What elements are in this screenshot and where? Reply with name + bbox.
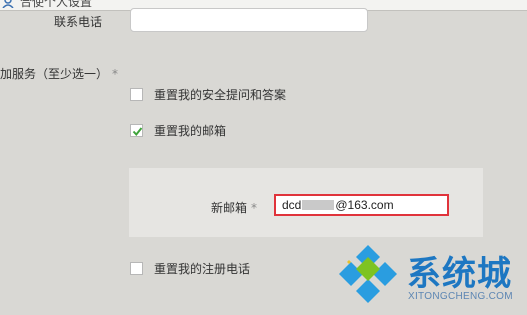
option-label: 重置我的邮箱 [154,123,227,138]
watermark-domain: XITONGCHENG.COM [408,291,513,302]
checkbox-security-question[interactable] [130,87,143,101]
user-icon [2,0,14,8]
required-mark: * [112,67,119,81]
phone-input[interactable] [130,8,368,32]
checkmark-icon [132,126,143,136]
services-section-label: 加服务（至少选一） * [0,65,118,82]
checkbox-phone[interactable] [130,261,143,275]
new-email-label-group: 新邮箱 * [211,199,257,216]
phone-label: 联系电话 [54,15,103,29]
option-label: 重置我的安全提问和答案 [154,87,287,102]
new-email-input[interactable]: dcd @163.com [274,194,449,216]
redacted-blur [302,200,335,210]
checkbox-email[interactable] [130,123,143,137]
watermark-brand: 系统城 [407,254,512,294]
option-reset-security-question[interactable]: 重置我的安全提问和答案 [130,86,286,102]
required-mark: * [251,201,258,215]
email-value-prefix: dcd [282,198,302,212]
new-email-panel: 新邮箱 * dcd @163.com [129,168,483,237]
option-reset-phone[interactable]: 重置我的注册电话 [130,260,250,276]
option-label: 重置我的注册电话 [154,261,251,276]
window-title: 合使个人设置 [20,0,93,9]
diamond-logo-icon [339,245,397,303]
email-value-suffix: @163.com [335,198,394,212]
new-email-label: 新邮箱 [211,201,248,215]
watermark: 系统城 XITONGCHENG.COM [336,240,527,315]
services-label-text: 加服务（至少选一） [0,67,109,81]
option-reset-email[interactable]: 重置我的邮箱 [130,122,226,138]
